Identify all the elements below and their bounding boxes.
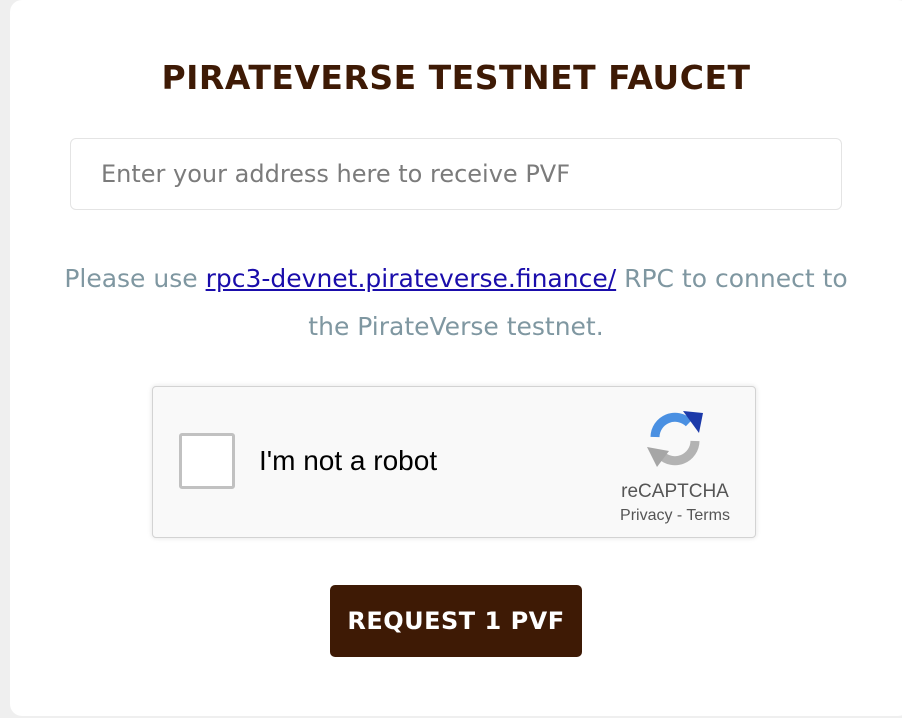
faucet-card: PIRATEVERSE TESTNET FAUCET Please use rp… bbox=[10, 0, 902, 716]
recaptcha-label: I'm not a robot bbox=[259, 445, 438, 476]
privacy-link[interactable]: Privacy bbox=[620, 507, 672, 524]
address-input[interactable] bbox=[70, 138, 842, 210]
rpc-link[interactable]: rpc3-devnet.pirateverse.finance/ bbox=[206, 264, 617, 293]
recaptcha-links: Privacy - Terms bbox=[593, 507, 757, 525]
recaptcha-brand: reCAPTCHA bbox=[621, 481, 729, 502]
page-title: PIRATEVERSE TESTNET FAUCET bbox=[161, 58, 751, 97]
request-pvf-button[interactable]: REQUEST 1 PVF bbox=[330, 585, 582, 657]
recaptcha-widget: I'm not a robot reCAPTCHA Privacy - Term… bbox=[152, 386, 756, 538]
links-separator: - bbox=[672, 507, 687, 524]
info-prefix: Please use bbox=[64, 264, 206, 293]
recaptcha-checkbox[interactable] bbox=[179, 433, 235, 489]
rpc-info-text: Please use rpc3-devnet.pirateverse.finan… bbox=[50, 255, 862, 351]
terms-link[interactable]: Terms bbox=[686, 507, 730, 524]
recaptcha-logo-icon bbox=[643, 407, 707, 471]
